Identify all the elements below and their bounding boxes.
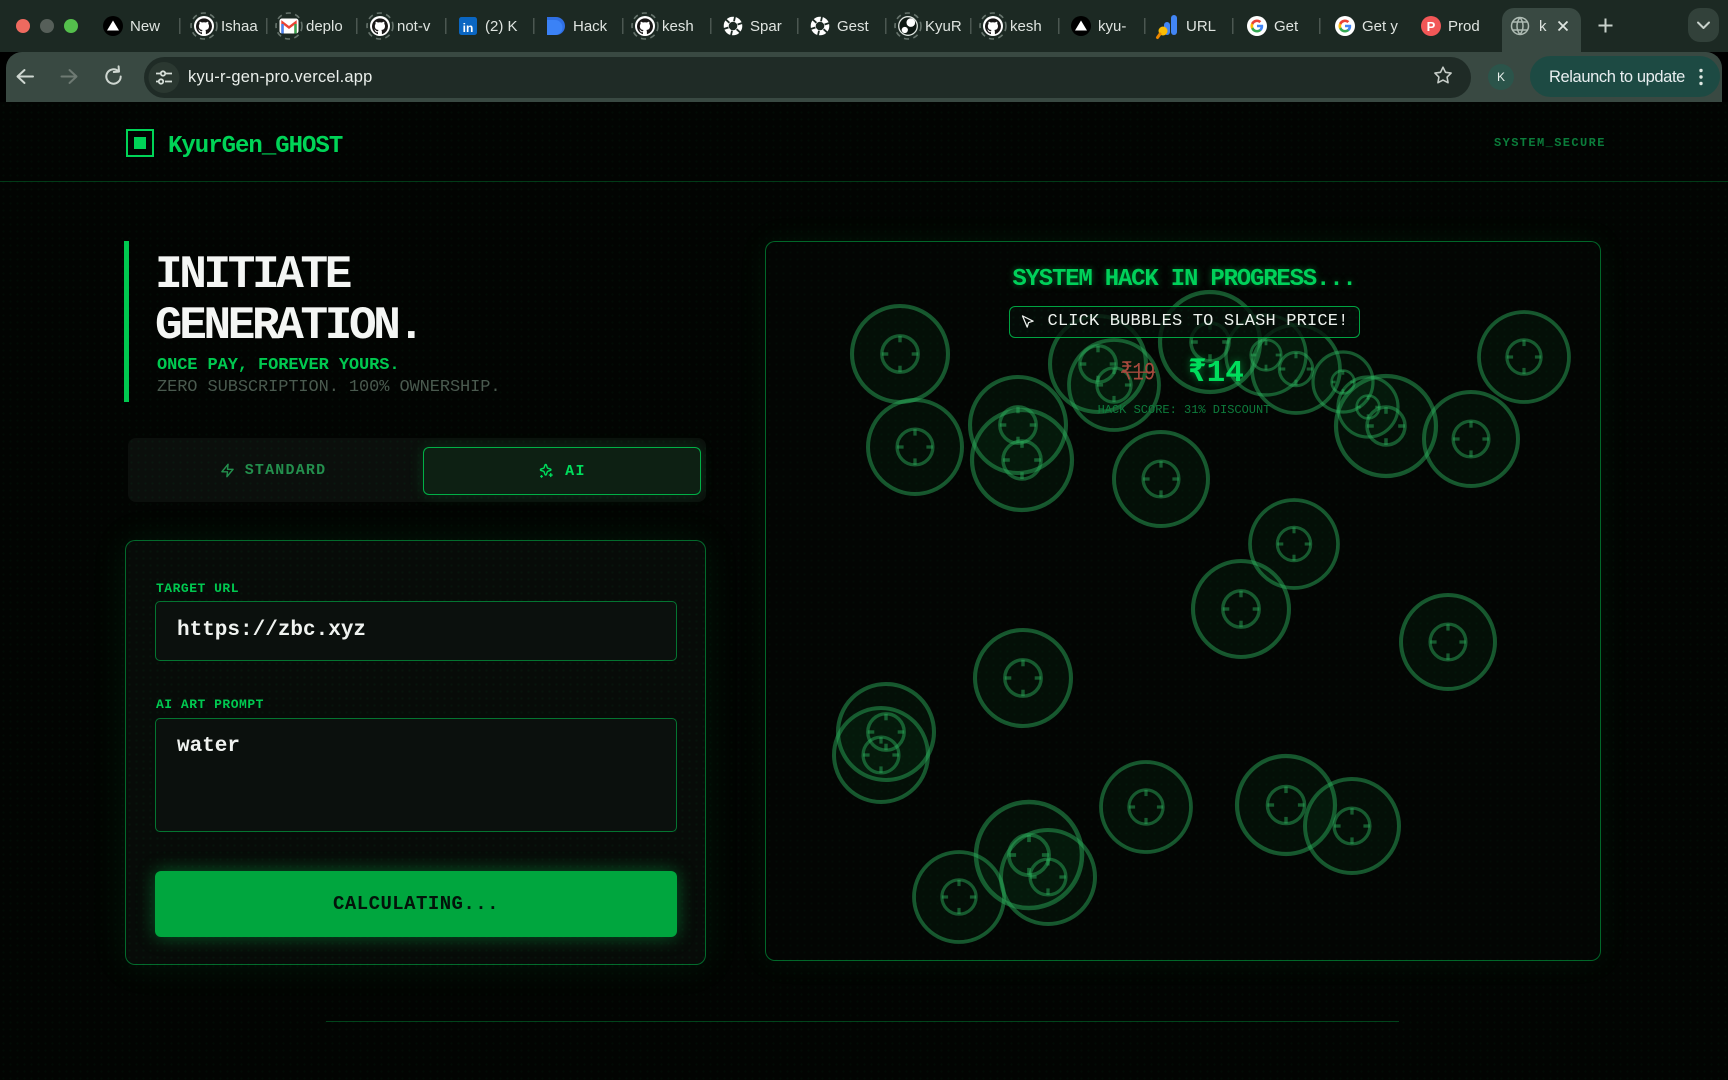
svg-text:Gest: Gest xyxy=(837,18,870,35)
svg-text:(2) K: (2) K xyxy=(485,18,518,35)
svg-text:Hack: Hack xyxy=(573,18,608,35)
svg-text:KyuR: KyuR xyxy=(925,18,962,35)
svg-text:New: New xyxy=(130,18,160,35)
svg-text:not-v: not-v xyxy=(397,18,431,35)
svg-text:Get: Get xyxy=(1274,18,1299,35)
svg-text:Get y: Get y xyxy=(1362,18,1398,35)
svg-text:kesh: kesh xyxy=(662,18,694,35)
svg-text:Ishaa: Ishaa xyxy=(221,18,258,35)
svg-text:URL: URL xyxy=(1186,18,1216,35)
svg-text:P: P xyxy=(1427,19,1436,34)
svg-text:Spar: Spar xyxy=(750,18,782,35)
svg-text:k: k xyxy=(1539,18,1547,35)
svg-text:in: in xyxy=(463,21,474,35)
svg-text:Prod: Prod xyxy=(1448,18,1480,35)
svg-text:kyu-: kyu- xyxy=(1098,18,1126,35)
svg-text:deplo: deplo xyxy=(306,18,343,35)
svg-text:kesh: kesh xyxy=(1010,18,1042,35)
